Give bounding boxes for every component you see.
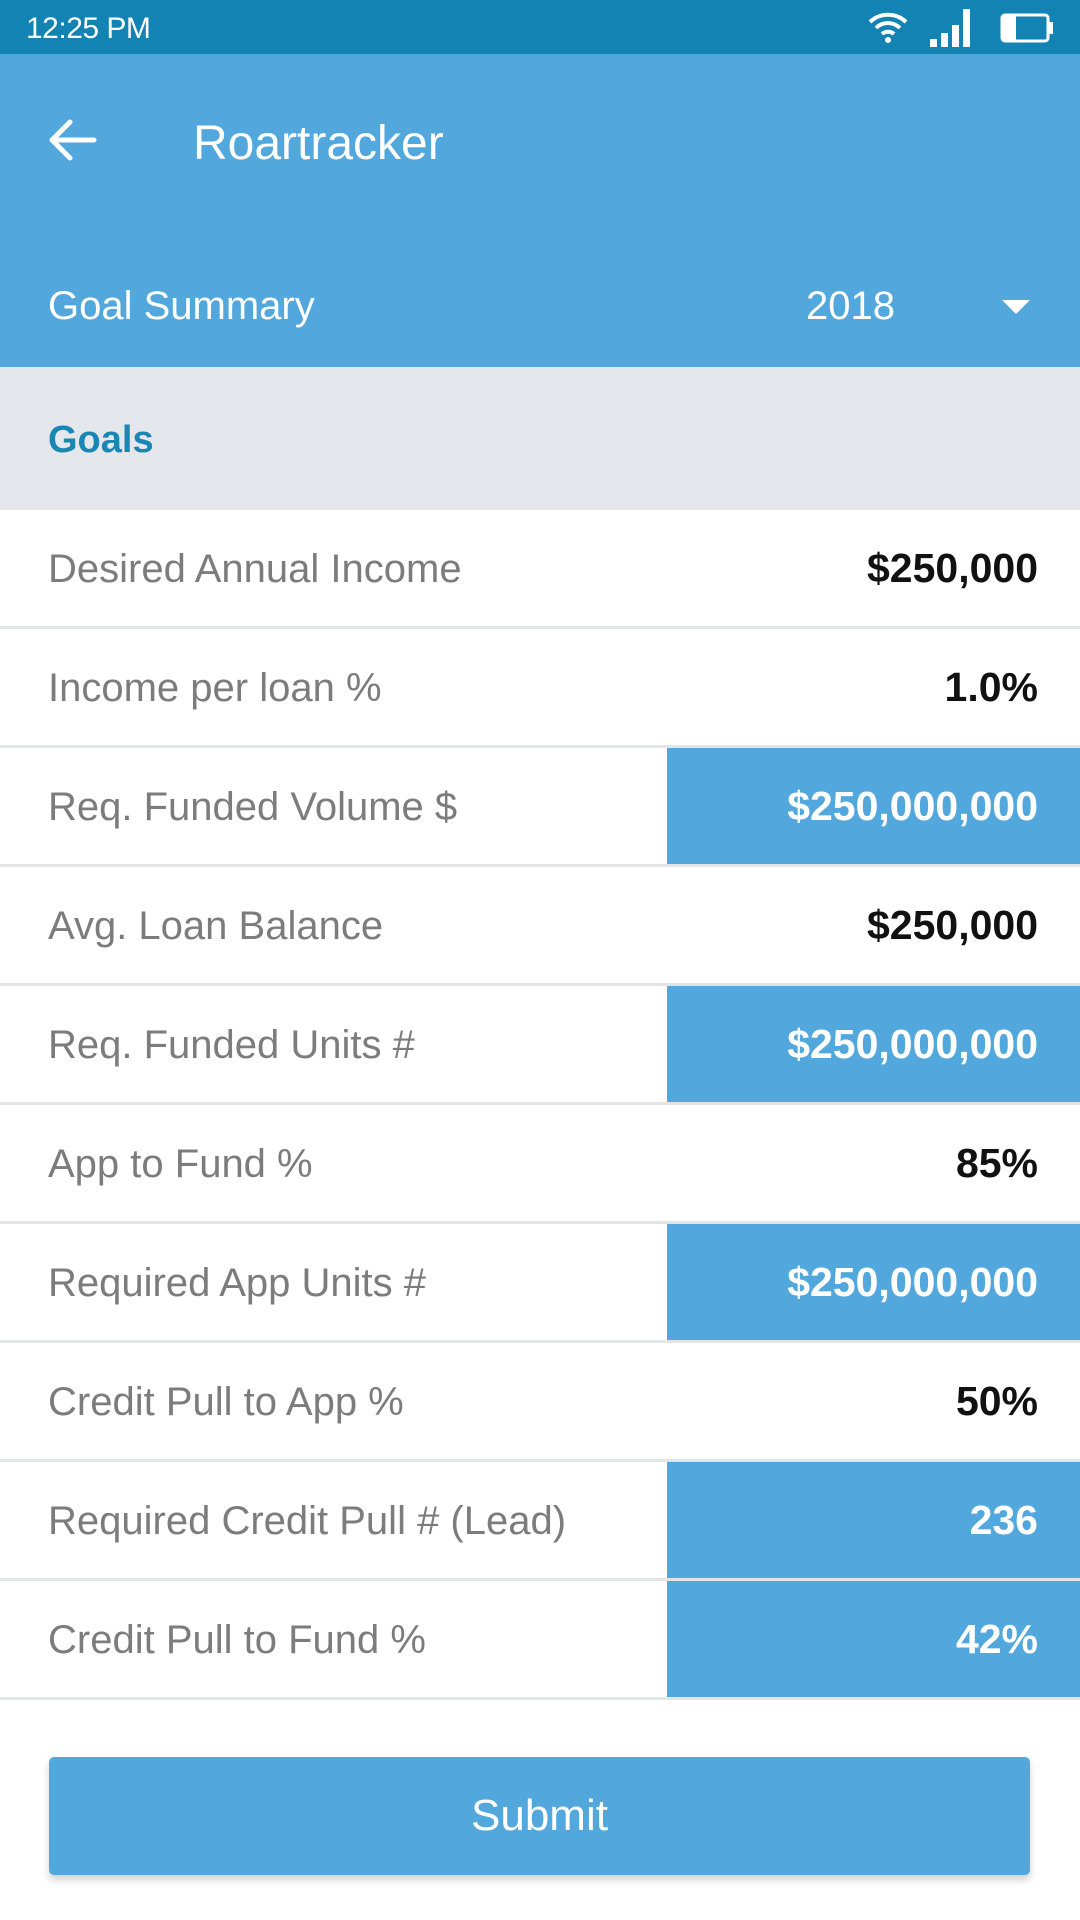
status-bar: 12:25 PM (0, 0, 1080, 54)
goals-table: Desired Annual Income $250,000 Income per… (0, 510, 1080, 1700)
row-value: 42% (667, 1581, 1080, 1697)
row-value: 236 (667, 1462, 1080, 1578)
table-row: Credit Pull to App % 50% (0, 1343, 1080, 1462)
goal-summary-label: Goal Summary (48, 284, 315, 328)
row-value[interactable]: $250,000 (667, 510, 1080, 626)
wifi-icon (868, 12, 908, 43)
table-row: Required App Units # $250,000,000 (0, 1224, 1080, 1343)
row-value: $250,000,000 (667, 986, 1080, 1102)
table-row: Avg. Loan Balance $250,000 (0, 867, 1080, 986)
status-time: 12:25 PM (26, 12, 151, 45)
goals-title: Goals (48, 419, 154, 461)
submit-button[interactable]: Submit (49, 1757, 1030, 1875)
row-label: Desired Annual Income (48, 547, 462, 591)
row-label: Credit Pull to Fund % (48, 1618, 426, 1662)
row-value[interactable]: 85% (667, 1105, 1080, 1221)
row-label: App to Fund % (48, 1142, 313, 1186)
status-icons (868, 8, 1054, 48)
row-value[interactable]: 50% (667, 1343, 1080, 1459)
row-label: Credit Pull to App % (48, 1380, 404, 1424)
row-label: Avg. Loan Balance (48, 904, 384, 948)
table-row: Req. Funded Volume $ $250,000,000 (0, 748, 1080, 867)
row-value[interactable]: $250,000 (667, 867, 1080, 983)
row-label: Required Credit Pull # (Lead) (48, 1499, 567, 1543)
app-header: Roartracker Goal Summary 2018 (0, 54, 1080, 367)
table-row: Income per loan % 1.0% (0, 629, 1080, 748)
battery-icon (1000, 13, 1053, 43)
table-row: Req. Funded Units # $250,000,000 (0, 986, 1080, 1105)
row-value[interactable]: 1.0% (667, 629, 1080, 745)
table-row: Required Credit Pull # (Lead) 236 (0, 1462, 1080, 1581)
row-label: Req. Funded Units # (48, 1023, 415, 1067)
caret-down-icon (1002, 300, 1030, 314)
year-dropdown[interactable]: 2018 (790, 274, 1050, 340)
year-value: 2018 (806, 284, 895, 328)
row-label: Req. Funded Volume $ (48, 785, 458, 829)
row-value: $250,000,000 (667, 1224, 1080, 1340)
row-label: Required App Units # (48, 1261, 427, 1305)
table-row: Credit Pull to Fund % 42% (0, 1581, 1080, 1700)
table-row: Desired Annual Income $250,000 (0, 510, 1080, 629)
table-row: App to Fund % 85% (0, 1105, 1080, 1224)
signal-icon (930, 9, 970, 47)
goals-section-header: Goals (0, 367, 1080, 510)
app-title: Roartracker (193, 117, 444, 170)
arrow-left-icon (49, 119, 97, 161)
back-button[interactable] (44, 112, 100, 168)
row-label: Income per loan % (48, 666, 382, 710)
row-value: $250,000,000 (667, 748, 1080, 864)
